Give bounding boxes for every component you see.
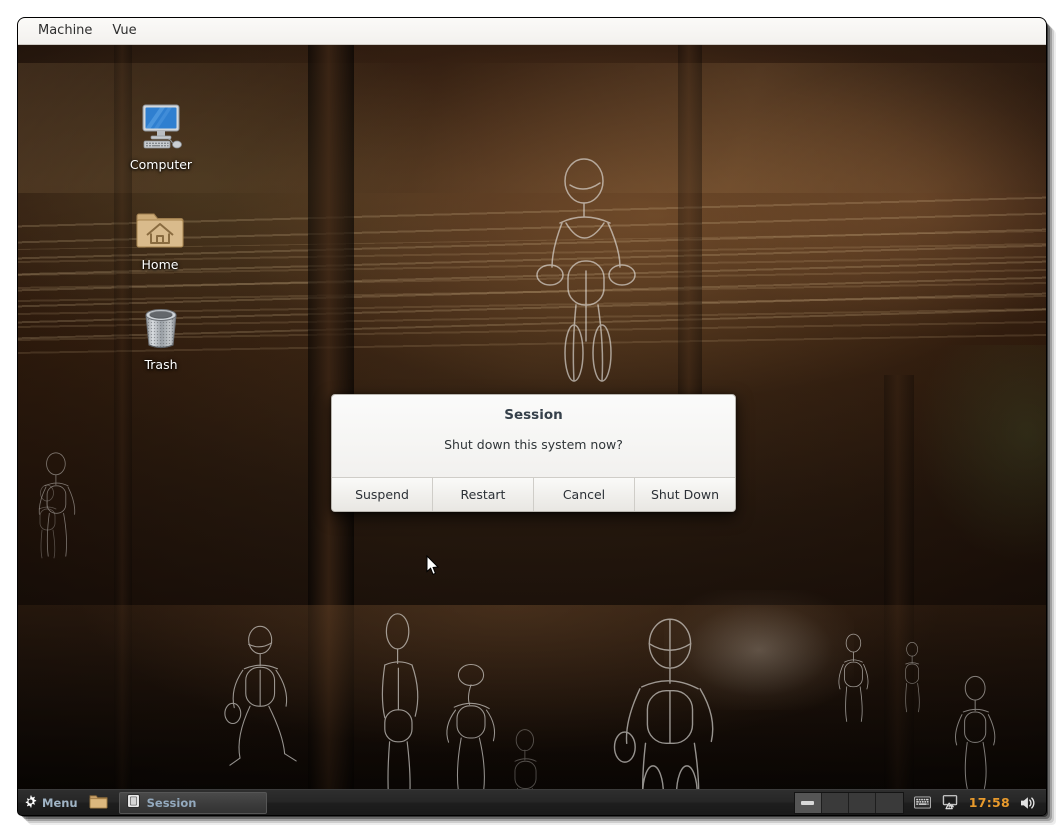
task-button-label: Session	[146, 795, 197, 810]
taskbar-panel: Menu Session 17:58	[18, 789, 1046, 815]
task-button-session[interactable]: Session	[118, 791, 267, 814]
shut-down-button[interactable]: Shut Down	[635, 478, 735, 511]
desktop[interactable]: Computer Home Trash Session Shut down th…	[18, 45, 1046, 815]
dialog-title: Session	[504, 407, 563, 423]
desktop-icon-home[interactable]: Home	[112, 195, 208, 272]
computer-monitor-icon	[113, 95, 209, 151]
wallpaper-foliage	[916, 345, 1046, 565]
window-icon	[126, 793, 140, 812]
speaker-icon[interactable]	[1020, 796, 1036, 810]
vm-frame: Machine Vue Computer Home Trash Session …	[18, 18, 1046, 815]
workspace-button-3[interactable]	[848, 792, 876, 813]
desktop-icon-label: Home	[141, 257, 179, 272]
cancel-button[interactable]: Cancel	[534, 478, 635, 511]
virtual-machine-window: Machine Vue Computer Home Trash Session …	[0, 0, 1064, 833]
wallpaper-column-right	[884, 375, 914, 815]
folder-icon	[89, 793, 108, 813]
wallpaper-window-light	[664, 590, 854, 710]
trash-can-icon	[113, 295, 209, 351]
menu-button-label: Menu	[42, 795, 78, 810]
file-manager-launcher[interactable]	[85, 791, 113, 815]
vm-menu-vue[interactable]: Vue	[102, 20, 146, 42]
desktop-icon-computer[interactable]: Computer	[113, 95, 209, 172]
window-task-list: Session	[118, 791, 267, 814]
workspace-button-1[interactable]	[794, 792, 822, 813]
dialog-message: Shut down this system now?	[444, 437, 623, 452]
vm-menubar: Machine Vue	[18, 18, 1046, 45]
home-folder-icon	[112, 195, 208, 251]
dialog-button-row: Suspend Restart Cancel Shut Down	[332, 477, 735, 511]
system-tray: 17:58	[913, 795, 1046, 810]
workspace-button-2[interactable]	[821, 792, 849, 813]
vm-menu-machine[interactable]: Machine	[28, 20, 102, 42]
desktop-icon-trash[interactable]: Trash	[113, 295, 209, 372]
keyboard-icon[interactable]	[913, 796, 931, 809]
desktop-icon-label: Computer	[129, 157, 193, 172]
network-warning-icon[interactable]	[941, 795, 959, 810]
suspend-button[interactable]: Suspend	[332, 478, 433, 511]
workspace-window-mark	[801, 800, 815, 805]
workspace-switcher	[793, 791, 904, 814]
applications-menu-button[interactable]: Menu	[18, 791, 85, 815]
desktop-icon-label: Trash	[144, 357, 178, 372]
session-dialog: Session Shut down this system now? Suspe…	[331, 394, 736, 512]
clock[interactable]: 17:58	[969, 795, 1010, 810]
restart-button[interactable]: Restart	[433, 478, 534, 511]
gear-icon	[24, 793, 37, 812]
workspace-button-4[interactable]	[875, 792, 903, 813]
